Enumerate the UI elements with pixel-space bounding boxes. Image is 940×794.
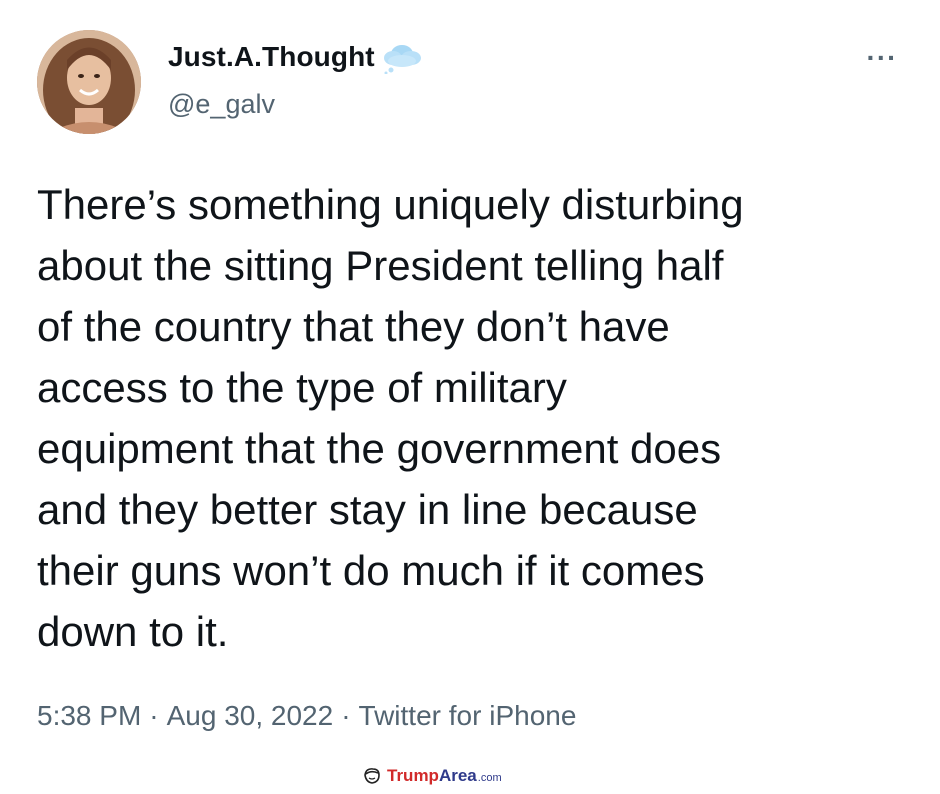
watermark-part-trump: Trump — [387, 766, 439, 785]
tweet-source[interactable]: Twitter for iPhone — [359, 700, 577, 732]
watermark-text: Trump Area .com — [387, 766, 502, 786]
tweet-text-line: equipment that the government does — [37, 425, 722, 472]
watermark-part-dotcom: .com — [477, 772, 502, 784]
cloud-icon — [383, 45, 421, 74]
tweet-text-line: and they better stay in line because — [37, 486, 698, 533]
avatar[interactable] — [37, 30, 141, 134]
watermark: Trump Area .com — [362, 766, 502, 786]
tweet-text-line: their guns won’t do much if it comes — [37, 547, 705, 594]
trump-hair-icon — [364, 768, 380, 784]
meta-separator: · — [341, 700, 351, 731]
author-display-name[interactable]: Just.A.Thought — [168, 41, 375, 73]
more-options-button[interactable]: ··· — [858, 44, 906, 72]
tweet-time[interactable]: 5:38 PM — [37, 700, 141, 732]
watermark-part-area: Area — [438, 766, 477, 785]
tweet-text-line: of the country that they don’t have — [37, 303, 670, 350]
tweet-text-line: about the sitting President telling half — [37, 242, 724, 289]
more-icon: ··· — [866, 42, 898, 73]
tweet-text-line: down to it. — [37, 608, 229, 655]
tweet-text-line: access to the type of military — [37, 364, 567, 411]
tweet-card: Just.A.Thought @e_galv ··· There’s somet… — [0, 0, 940, 794]
tweet-text-line: There’s something uniquely disturbing — [37, 181, 744, 228]
tweet-meta: 5:38 PM · Aug 30, 2022 · Twitter for iPh… — [37, 700, 576, 732]
author-name-row: Just.A.Thought — [168, 40, 423, 74]
tweet-date[interactable]: Aug 30, 2022 — [167, 700, 334, 732]
avatar-image — [37, 30, 141, 134]
meta-separator: · — [149, 700, 159, 731]
tweet-text: There’s something uniquely disturbing ab… — [37, 174, 917, 662]
author-handle[interactable]: @e_galv — [168, 89, 275, 120]
